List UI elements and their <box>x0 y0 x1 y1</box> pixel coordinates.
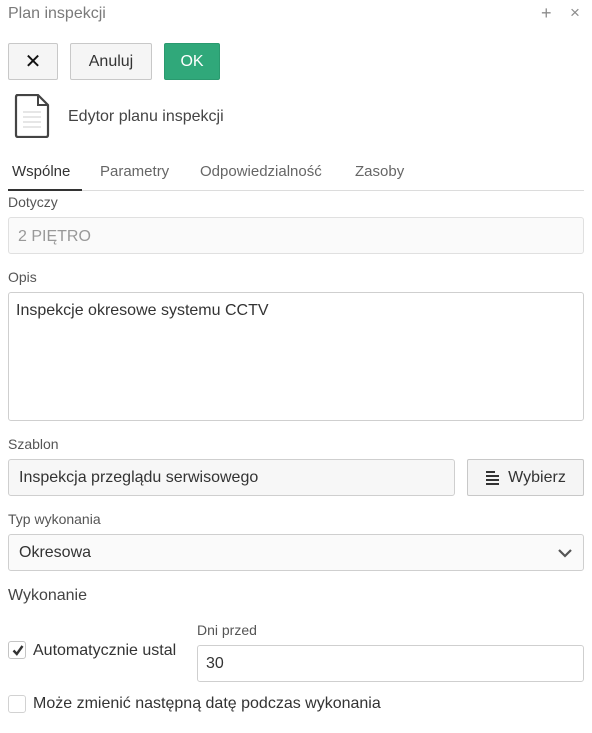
editor-title: Edytor planu inspekcji <box>68 108 224 125</box>
opis-textarea[interactable]: Inspekcje okresowe systemu CCTV <box>8 292 584 421</box>
close-button[interactable]: ✕ <box>8 43 58 80</box>
checkmark-icon <box>12 645 24 656</box>
tab-wspolne[interactable]: Wspólne <box>12 163 70 180</box>
ok-button[interactable]: OK <box>164 43 220 80</box>
wybierz-button[interactable]: Wybierz <box>467 459 584 496</box>
szablon-value: Inspekcja przeglądu serwisowego <box>19 469 259 486</box>
auto-checkbox[interactable] <box>8 641 26 659</box>
add-icon[interactable]: + <box>541 3 552 23</box>
opis-value: Inspekcje okresowe systemu CCTV <box>16 302 269 319</box>
window-titlebar: Plan inspekcji + × <box>0 0 592 30</box>
dni-przed-input[interactable]: 30 <box>197 645 584 682</box>
dni-przed-value: 30 <box>206 655 224 672</box>
list-icon <box>486 471 500 485</box>
dotyczy-label: Dotyczy <box>8 194 58 210</box>
typ-wykonania-label: Typ wykonania <box>8 511 101 527</box>
document-icon <box>14 94 50 138</box>
dotyczy-field: 2 PIĘTRO <box>8 217 584 254</box>
szablon-field[interactable]: Inspekcja przeglądu serwisowego <box>8 459 455 496</box>
change-date-checkbox[interactable] <box>8 695 26 713</box>
close-icon: ✕ <box>24 51 42 73</box>
dni-przed-label: Dni przed <box>197 622 257 638</box>
window-title: Plan inspekcji <box>8 5 106 22</box>
typ-wykonania-value: Okresowa <box>19 544 92 561</box>
auto-label: Automatycznie ustal <box>33 642 177 659</box>
szablon-label: Szablon <box>8 436 59 452</box>
opis-label: Opis <box>8 269 37 285</box>
tab-odpowiedzialnosc[interactable]: Odpowiedzialność <box>200 163 322 180</box>
tab-parametry[interactable]: Parametry <box>100 163 169 180</box>
active-tab-indicator <box>8 189 82 191</box>
cancel-button[interactable]: Anuluj <box>70 43 152 80</box>
close-window-icon[interactable]: × <box>570 3 580 23</box>
tab-bar: Wspólne Parametry Odpowiedzialność Zasob… <box>8 150 584 191</box>
tab-zasoby[interactable]: Zasoby <box>355 163 404 180</box>
dotyczy-value: 2 PIĘTRO <box>18 228 91 245</box>
typ-wykonania-select[interactable]: Okresowa <box>8 534 584 571</box>
wykonanie-title: Wykonanie <box>8 587 88 604</box>
wybierz-label: Wybierz <box>508 468 566 486</box>
change-date-label: Może zmienić następną datę podczas wykon… <box>33 695 381 712</box>
chevron-down-icon <box>558 549 572 558</box>
